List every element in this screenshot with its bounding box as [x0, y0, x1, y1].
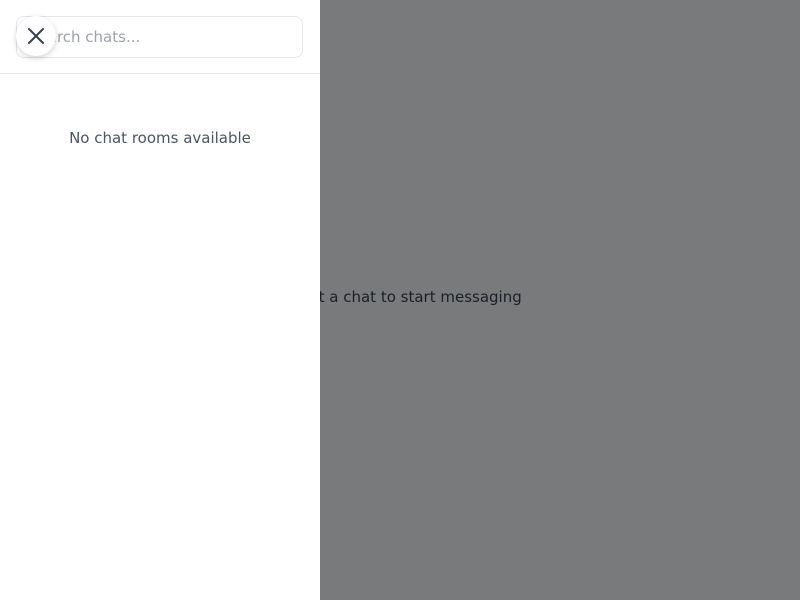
sidebar-header	[0, 0, 320, 74]
search-box	[16, 16, 303, 58]
search-input[interactable]	[17, 17, 302, 57]
chat-sidebar-drawer: No chat rooms available	[0, 0, 320, 600]
empty-chat-list-message: No chat rooms available	[69, 129, 251, 147]
close-sidebar-button[interactable]	[16, 16, 56, 56]
close-icon	[27, 27, 45, 45]
chat-app: Select a chat to start messaging No chat…	[0, 0, 800, 600]
